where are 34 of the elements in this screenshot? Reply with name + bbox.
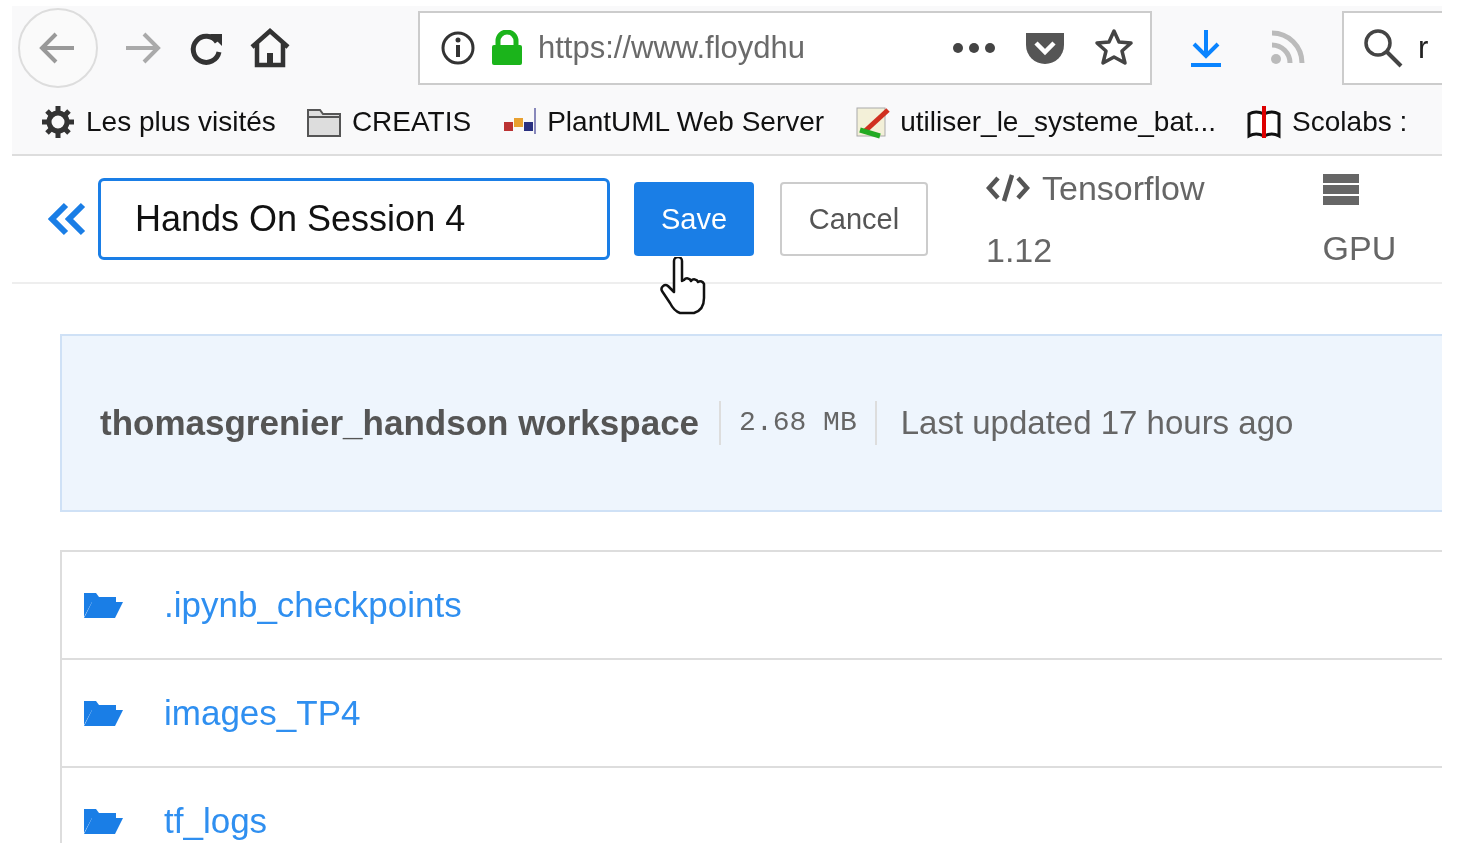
code-icon [986,173,1030,203]
more-icon[interactable] [952,42,996,54]
server-icon [1322,174,1359,206]
folder-icon [82,590,124,620]
pointer-hand-icon [660,257,706,315]
url-text: https://www.floydhu [538,30,807,66]
search-field[interactable]: r [1342,11,1442,85]
workspace-name: thomasgrenier_handson workspace [100,401,722,445]
bookmark[interactable]: utiliser_le_systeme_bat... [854,104,1217,140]
cancel-button[interactable]: Cancel [780,182,928,256]
info-icon [440,30,476,66]
folder-icon [82,806,124,836]
star-icon[interactable] [1094,28,1134,68]
gear-icon [40,104,76,140]
folder-icon [82,698,124,728]
title-field[interactable]: Hands On Session 4 [98,178,610,260]
environment-label: Tensorflow [1042,168,1205,208]
lock-icon [490,30,524,66]
save-button[interactable]: Save [634,182,754,256]
pencil-icon [854,104,891,140]
address-bar[interactable]: https://www.floydhu [418,11,1152,85]
version-label: 1.12 [986,230,1054,270]
bookmark[interactable]: PlantUML Web Server [501,104,825,140]
bookmark[interactable]: Les plus visités [40,104,276,140]
double-chevron-icon[interactable] [48,202,88,236]
search-icon [1362,27,1404,69]
bookmark[interactable]: CREATIS [305,104,472,140]
last-updated-text: Last updated 17 hours ago [899,404,1294,442]
download-icon[interactable] [1188,28,1224,68]
home-icon[interactable] [248,27,292,69]
book-icon [1246,104,1283,140]
machine-label: GPU [1322,228,1397,268]
bookmark[interactable]: Scolabs : [1246,104,1408,140]
workspace-size: 2.68 MB [721,401,877,445]
